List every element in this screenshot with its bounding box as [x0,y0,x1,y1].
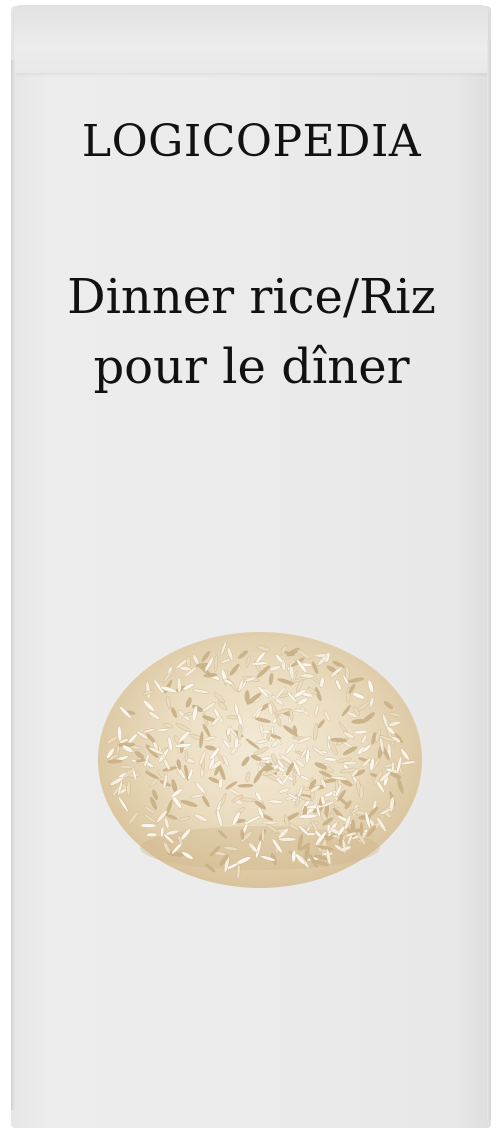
rice-grain [261,820,279,825]
rice-grain [359,821,364,837]
package-front-panel [11,6,491,1128]
product-name-line-2: pour le dîner [93,339,410,395]
product-name-line-1: Dinner rice/Riz [67,269,436,325]
product-package: LOGICOPEDIA Dinner rice/Riz pour le dîne… [0,0,503,1134]
rice-grain [261,827,265,843]
rice-grain [391,761,395,774]
rice-grain [140,823,157,828]
rice-grain [126,780,131,797]
rice-pile-icon [98,632,422,888]
brand-name: LOGICOPEDIA [81,116,422,167]
rice-grain [359,784,364,801]
rice-grain [293,708,306,713]
rice-grain [300,673,315,679]
rice-grain [146,832,158,837]
package-right-edge [487,40,491,1120]
package-left-edge [11,60,15,1110]
package-top-flap [14,5,488,73]
